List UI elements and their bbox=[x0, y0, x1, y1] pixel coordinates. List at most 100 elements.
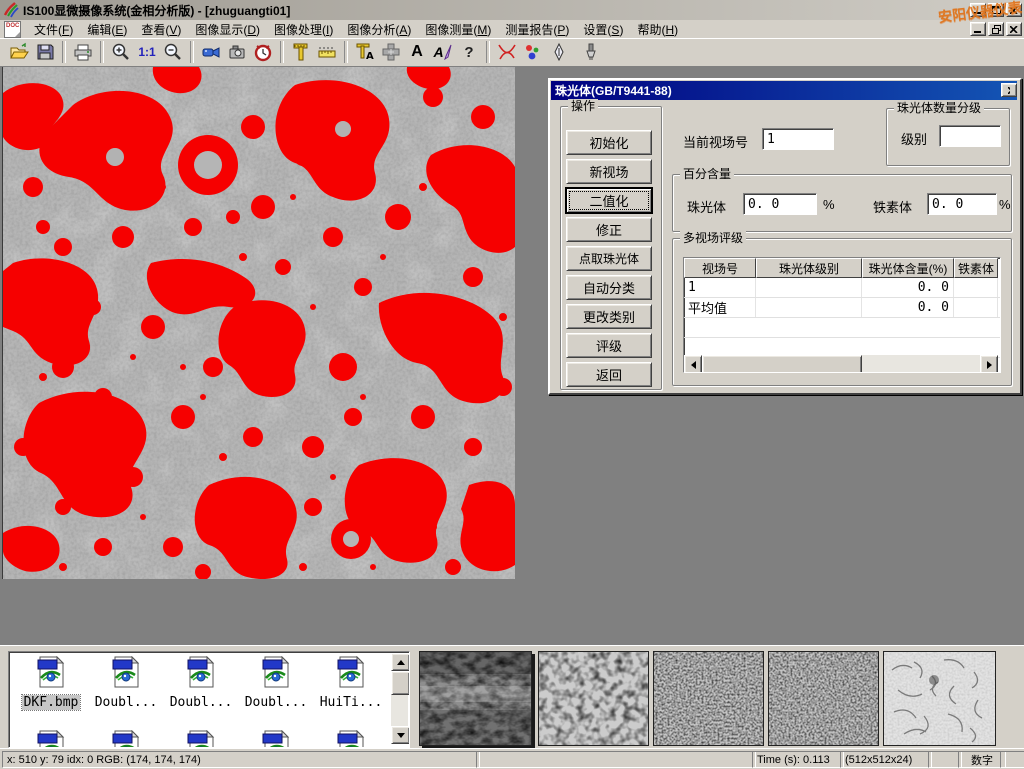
file-item-partial[interactable] bbox=[90, 730, 162, 748]
status-bar: x: 510 y: 79 idx: 0 RGB: (174, 174, 174)… bbox=[0, 748, 1024, 769]
caliper-button[interactable] bbox=[288, 40, 314, 64]
grid-button[interactable] bbox=[378, 40, 404, 64]
file-item[interactable]: HuiTi... bbox=[315, 656, 387, 711]
file-vertical-scrollbar[interactable] bbox=[391, 653, 408, 744]
table-row[interactable]: 1 0. 0 bbox=[684, 278, 1000, 298]
toolbar: 1:1 A A A ? bbox=[0, 38, 1024, 67]
level-input[interactable] bbox=[939, 125, 1001, 147]
save-button[interactable] bbox=[32, 40, 58, 64]
open-button[interactable] bbox=[6, 40, 32, 64]
header-ferrite: 铁素体 bbox=[954, 258, 998, 278]
particle-tool-button[interactable] bbox=[520, 40, 546, 64]
status-empty-panel bbox=[1000, 751, 1024, 768]
brush-tool-button[interactable] bbox=[578, 40, 604, 64]
zoom-out-icon bbox=[163, 42, 183, 62]
table-row-empty bbox=[684, 318, 1000, 338]
dialog-title-bar[interactable]: 珠光体(GB/T9441-88) bbox=[551, 81, 1017, 100]
scroll-up-button[interactable] bbox=[391, 653, 410, 671]
thumbnail-3[interactable] bbox=[653, 651, 764, 746]
document-icon[interactable]: DOC bbox=[4, 21, 21, 38]
thumbnail-2[interactable] bbox=[538, 651, 649, 746]
micrograph-image[interactable] bbox=[2, 67, 515, 579]
menu-image-processing[interactable]: 图像处理(I) bbox=[267, 20, 340, 39]
snapshot-button[interactable] bbox=[224, 40, 250, 64]
file-item[interactable]: Doubl... bbox=[90, 656, 162, 711]
thumbnail-1[interactable] bbox=[419, 651, 532, 746]
file-item-partial[interactable] bbox=[240, 730, 312, 748]
file-name[interactable]: HuiTi... bbox=[318, 695, 385, 710]
pick-pearlite-button[interactable]: 点取珠光体 bbox=[566, 246, 652, 271]
file-item[interactable]: Doubl... bbox=[165, 656, 237, 711]
thumbnail-5[interactable] bbox=[883, 651, 996, 746]
measure-text-button[interactable]: A bbox=[352, 40, 378, 64]
change-class-button[interactable]: 更改类别 bbox=[566, 304, 652, 329]
file-item-partial[interactable] bbox=[315, 730, 387, 748]
menu-measure-report[interactable]: 测量报告(P) bbox=[498, 20, 576, 39]
file-name[interactable]: DKF.bmp bbox=[22, 695, 81, 710]
menu-edit[interactable]: 编辑(E) bbox=[80, 20, 134, 39]
auto-classify-button[interactable]: 自动分类 bbox=[566, 275, 652, 300]
scroll-thumb[interactable] bbox=[702, 355, 862, 373]
actual-size-button[interactable]: 1:1 bbox=[134, 40, 160, 64]
timer-button[interactable] bbox=[250, 40, 276, 64]
table-horizontal-scrollbar[interactable] bbox=[684, 355, 998, 372]
file-name[interactable]: Doubl... bbox=[93, 695, 160, 710]
return-button[interactable]: 返回 bbox=[566, 362, 652, 387]
pen-tool-button[interactable] bbox=[546, 40, 572, 64]
vertical-caliper-icon bbox=[291, 42, 311, 62]
table-row[interactable]: 平均值 0. 0 bbox=[684, 298, 1000, 318]
status-image-size: (512x512x24) bbox=[840, 751, 932, 768]
brush-icon bbox=[581, 42, 601, 62]
pearlite-unit: % bbox=[823, 197, 835, 212]
pearlite-input[interactable]: 0. 0 bbox=[743, 193, 817, 215]
file-name[interactable]: Doubl... bbox=[243, 695, 310, 710]
help-button[interactable]: ? bbox=[456, 40, 482, 64]
open-folder-icon bbox=[9, 42, 29, 62]
file-item-partial[interactable] bbox=[165, 730, 237, 748]
binarize-button[interactable]: 二值化 bbox=[566, 188, 652, 213]
ferrite-input[interactable]: 0. 0 bbox=[927, 193, 997, 215]
annotate-button[interactable]: A bbox=[430, 40, 456, 64]
menu-image-display[interactable]: 图像显示(D) bbox=[188, 20, 267, 39]
new-field-button[interactable]: 新视场 bbox=[566, 159, 652, 184]
zoom-in-button[interactable] bbox=[108, 40, 134, 64]
ruler-button[interactable] bbox=[314, 40, 340, 64]
print-button[interactable] bbox=[70, 40, 96, 64]
menu-help[interactable]: 帮助(H) bbox=[630, 20, 685, 39]
scroll-right-button[interactable] bbox=[980, 355, 998, 373]
file-item[interactable]: Doubl... bbox=[240, 656, 312, 711]
file-item-partial[interactable] bbox=[15, 730, 87, 748]
rating-table[interactable]: 视场号 珠光体级别 珠光体含量(%) 铁素体 1 0. 0 平均值 0. 0 bbox=[683, 257, 1001, 373]
status-time: Time (s): 0.113 bbox=[752, 751, 844, 768]
child-restore-button[interactable] bbox=[988, 22, 1004, 36]
file-browser[interactable]: DKF.bmp Doubl... Doubl... Doubl... HuiTi… bbox=[8, 651, 410, 748]
correct-button[interactable]: 修正 bbox=[566, 217, 652, 242]
menu-image-analysis[interactable]: 图像分析(A) bbox=[340, 20, 418, 39]
child-close-button[interactable] bbox=[1006, 22, 1022, 36]
text-button[interactable]: A bbox=[404, 40, 430, 64]
ferrite-label: 铁素体 bbox=[873, 197, 912, 216]
file-name[interactable]: Doubl... bbox=[168, 695, 235, 710]
thumbnail-4[interactable] bbox=[768, 651, 879, 746]
menu-view[interactable]: 查看(V) bbox=[134, 20, 188, 39]
curve-tool-button[interactable] bbox=[494, 40, 520, 64]
status-coordinates: x: 510 y: 79 idx: 0 RGB: (174, 174, 174) bbox=[2, 751, 480, 768]
menu-file[interactable]: 文件(F) bbox=[27, 20, 80, 39]
child-minimize-button[interactable] bbox=[970, 22, 986, 36]
current-view-label: 当前视场号 bbox=[683, 132, 748, 151]
scroll-thumb[interactable] bbox=[391, 671, 410, 695]
header-field-no: 视场号 bbox=[684, 258, 756, 278]
zoom-out-button[interactable] bbox=[160, 40, 186, 64]
init-button[interactable]: 初始化 bbox=[566, 130, 652, 155]
scroll-down-button[interactable] bbox=[391, 726, 410, 744]
dialog-close-button[interactable] bbox=[1001, 83, 1017, 97]
menu-image-measure[interactable]: 图像测量(M) bbox=[418, 20, 498, 39]
menu-settings[interactable]: 设置(S) bbox=[576, 20, 630, 39]
current-view-input[interactable]: 1 bbox=[762, 128, 834, 150]
file-item[interactable]: DKF.bmp bbox=[15, 656, 87, 711]
scroll-left-button[interactable] bbox=[684, 355, 702, 373]
video-capture-button[interactable] bbox=[198, 40, 224, 64]
dialog-title: 珠光体(GB/T9441-88) bbox=[555, 82, 672, 99]
rate-button[interactable]: 评级 bbox=[566, 333, 652, 358]
pearlite-label: 珠光体 bbox=[687, 197, 726, 216]
